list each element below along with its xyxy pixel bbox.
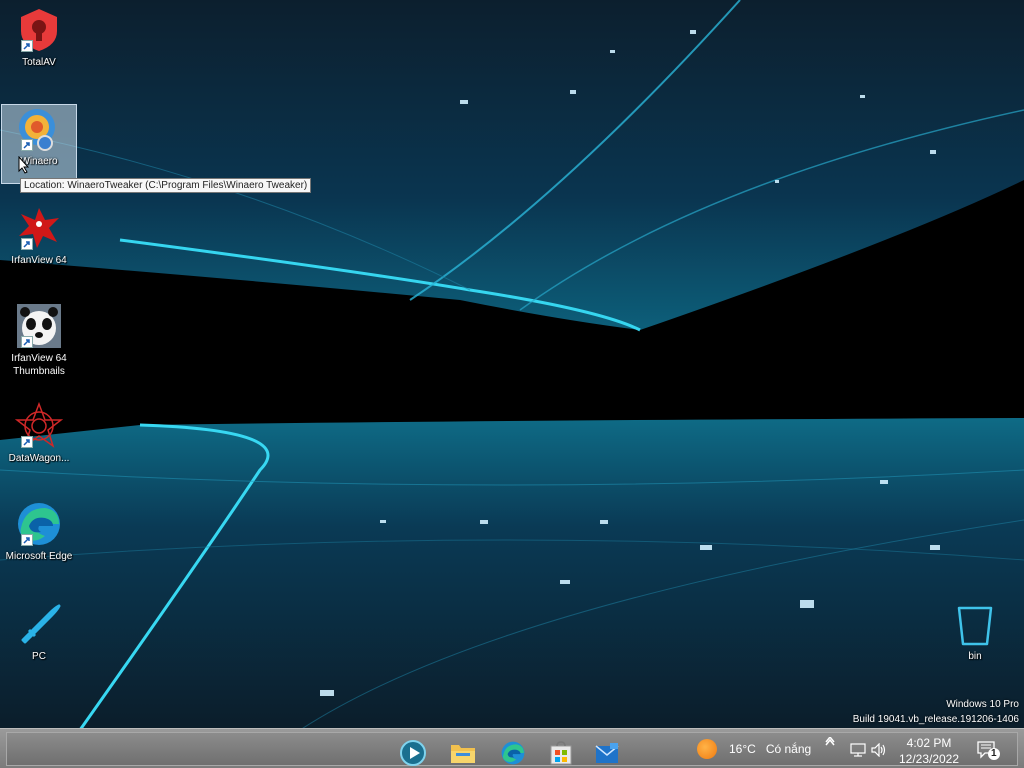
mail-icon bbox=[595, 743, 619, 763]
watermark-build: Build 19041.vb_release.191206-1406 bbox=[852, 714, 1019, 725]
desktop-icon-label: DataWagon... bbox=[8, 453, 70, 464]
wallpaper bbox=[0, 0, 1024, 730]
taskbar-store[interactable] bbox=[545, 737, 577, 768]
desktop[interactable]: TotalAV Winaero IrfanView 64 IrfanView 6… bbox=[0, 0, 1024, 768]
notification-badge: 1 bbox=[991, 748, 997, 759]
shortcut-arrow-icon bbox=[21, 139, 33, 151]
desktop-icon-recycle-bin[interactable]: bin bbox=[937, 600, 1013, 663]
shortcut-arrow-icon bbox=[21, 238, 33, 250]
notification-icon bbox=[977, 741, 1000, 760]
network-icon[interactable] bbox=[850, 743, 866, 757]
media-player-icon bbox=[400, 740, 426, 766]
desktop-icon-label: PC bbox=[32, 651, 46, 662]
desktop-icon-totalav[interactable]: TotalAV bbox=[1, 6, 77, 69]
desktop-icon-irfanview-thumbnails[interactable]: IrfanView 64 Thumbnails bbox=[1, 302, 77, 378]
desktop-icon-label: IrfanView 64 bbox=[11, 255, 67, 266]
taskbar-bar: 16°C Có nắng 4:02 PM 12/23/2022 1 bbox=[6, 732, 1018, 766]
shortcut-arrow-icon bbox=[21, 336, 33, 348]
file-explorer-icon bbox=[451, 745, 475, 763]
edge-icon bbox=[501, 741, 525, 765]
chevron-up-icon[interactable] bbox=[824, 737, 836, 747]
clock-time: 4:02 PM bbox=[906, 736, 952, 750]
taskbar-file-explorer[interactable] bbox=[447, 737, 479, 768]
clock-date: 12/23/2022 bbox=[898, 752, 960, 766]
pc-icon bbox=[21, 604, 61, 644]
desktop-icon-microsoft-edge[interactable]: Microsoft Edge bbox=[1, 500, 77, 563]
weather-desc: Có nắng bbox=[765, 742, 812, 756]
desktop-icon-irfanview[interactable]: IrfanView 64 bbox=[1, 204, 77, 267]
shortcut-arrow-icon bbox=[21, 436, 33, 448]
mouse-cursor-icon bbox=[18, 156, 30, 174]
shortcut-arrow-icon bbox=[21, 534, 33, 546]
weather-temp: 16°C bbox=[729, 742, 756, 756]
taskbar-clock[interactable]: 4:02 PM 12/23/2022 bbox=[889, 735, 969, 767]
taskbar-weather[interactable]: 16°C Có nắng bbox=[697, 739, 811, 759]
desktop-icon-datawagon[interactable]: DataWagon... bbox=[1, 402, 77, 465]
desktop-icon-pc[interactable]: PC bbox=[1, 600, 77, 663]
taskbar-edge[interactable] bbox=[497, 737, 529, 768]
taskbar: 16°C Có nắng 4:02 PM 12/23/2022 1 bbox=[0, 728, 1024, 768]
desktop-icon-label: TotalAV bbox=[22, 57, 56, 68]
sun-icon bbox=[697, 739, 717, 759]
store-icon bbox=[550, 741, 572, 765]
desktop-icon-label: IrfanView 64 Thumbnails bbox=[11, 353, 67, 377]
action-center-button[interactable]: 1 bbox=[977, 741, 1001, 761]
watermark-edition: Windows 10 Pro bbox=[946, 699, 1019, 710]
location-tooltip: Location: WinaeroTweaker (C:\Program Fil… bbox=[20, 178, 312, 193]
windows-version-watermark: Windows 10 Pro Build 19041.vb_release.19… bbox=[853, 697, 1019, 727]
shortcut-arrow-icon bbox=[21, 40, 33, 52]
volume-icon[interactable] bbox=[871, 743, 887, 757]
desktop-icon-label: bin bbox=[968, 651, 982, 662]
desktop-icon-winaero[interactable]: Winaero bbox=[1, 104, 77, 184]
desktop-icon-label: Microsoft Edge bbox=[5, 551, 73, 562]
recycle-bin-icon bbox=[957, 606, 993, 646]
taskbar-media-player[interactable] bbox=[397, 737, 429, 768]
taskbar-mail[interactable] bbox=[591, 737, 623, 768]
